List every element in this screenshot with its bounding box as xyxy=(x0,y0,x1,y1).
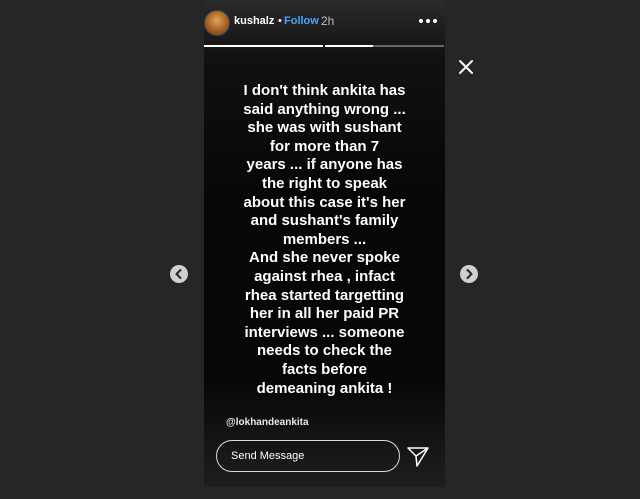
progress-fill xyxy=(204,45,323,47)
story-text: I don't think ankita has said anything w… xyxy=(243,82,406,397)
progress-segment xyxy=(325,45,444,47)
timestamp: 2h xyxy=(321,14,335,28)
chevron-left-icon[interactable] xyxy=(170,265,188,283)
username[interactable]: kushalz xyxy=(234,15,274,27)
story-frame[interactable]: kushalz • Follow 2h I don't think ankita… xyxy=(204,0,445,487)
separator-dot: • xyxy=(278,15,282,27)
send-message-input[interactable] xyxy=(216,440,400,472)
paper-plane-icon[interactable] xyxy=(407,447,429,467)
story-progress xyxy=(204,45,445,47)
story-viewer: kushalz • Follow 2h I don't think ankita… xyxy=(0,0,640,499)
story-header: kushalz • Follow 2h xyxy=(204,8,445,36)
mention-tag[interactable]: @lokhandeankita xyxy=(226,417,309,428)
progress-fill xyxy=(325,45,373,47)
avatar[interactable] xyxy=(204,10,230,36)
chevron-right-icon[interactable] xyxy=(460,265,478,283)
progress-segment xyxy=(204,45,323,47)
follow-button[interactable]: Follow xyxy=(284,15,319,27)
close-icon[interactable] xyxy=(458,59,474,75)
more-options-icon[interactable] xyxy=(418,14,438,28)
